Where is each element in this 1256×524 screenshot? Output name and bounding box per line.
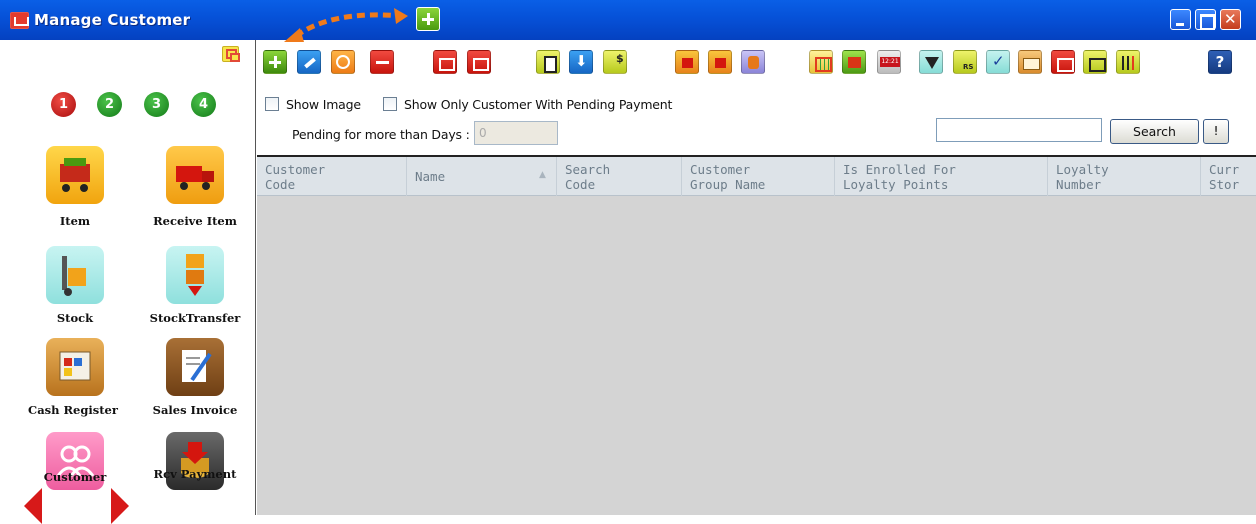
message-button[interactable] [1083, 50, 1107, 74]
sidebar-item-stock[interactable] [46, 246, 104, 304]
gift-button[interactable] [708, 50, 732, 74]
sort-ascending-icon: ▲ [539, 170, 546, 180]
show-image-checkbox[interactable] [265, 97, 279, 111]
search-input[interactable] [936, 118, 1102, 142]
sidebar-item-label: Cash Register [28, 403, 118, 417]
new-document-button[interactable] [536, 50, 560, 74]
pending-days-label: Pending for more than Days : [292, 127, 470, 142]
column-header-name[interactable]: Name [407, 157, 557, 196]
sidebar-item-label: Receive Item [153, 214, 237, 228]
delete-button[interactable] [370, 50, 394, 74]
sidebar-item-stocktransfer[interactable] [166, 246, 224, 304]
title-bar: Manage Customer [0, 0, 1256, 40]
cart-icon [10, 12, 29, 29]
floating-add-icon [416, 7, 440, 31]
page-1-button[interactable]: 1 [51, 92, 76, 117]
show-image-label: Show Image [286, 97, 361, 112]
import-button[interactable] [569, 50, 593, 74]
transfer-boxes-icon [186, 254, 204, 296]
shopping-cart-icon [60, 158, 90, 192]
invoice-pen-icon [182, 350, 212, 382]
column-header-search-code[interactable]: Search Code [557, 157, 682, 196]
sidebar-item-label: Customer [43, 470, 107, 484]
close-button[interactable] [1220, 9, 1241, 30]
dotted-arrow-icon [284, 8, 408, 42]
column-header-current-store[interactable]: Curr Stor [1201, 157, 1256, 196]
window-title: Manage Customer [34, 11, 191, 29]
sidebar-item-item[interactable] [46, 146, 104, 204]
customer-grid[interactable]: Customer Code Name ▲ Search Code Custome… [257, 155, 1256, 515]
minimize-button[interactable] [1170, 9, 1191, 30]
checklist-button[interactable] [986, 50, 1010, 74]
column-header-loyalty-number[interactable]: Loyalty Number [1048, 157, 1201, 196]
grid-header: Customer Code Name ▲ Search Code Custome… [257, 157, 1256, 196]
columns-button[interactable] [809, 50, 833, 74]
next-arrow-icon[interactable] [111, 488, 129, 524]
loyalty-button[interactable] [675, 50, 699, 74]
edit-button[interactable] [297, 50, 321, 74]
sidebar-item-label: StockTransfer [149, 311, 241, 325]
layout-button[interactable] [842, 50, 866, 74]
page-3-button[interactable]: 3 [144, 92, 169, 117]
report-button[interactable] [1116, 50, 1140, 74]
add-button[interactable] [263, 50, 287, 74]
sidebar-item-label: Sales Invoice [152, 403, 238, 417]
hand-truck-icon [62, 256, 86, 296]
page-2-button[interactable]: 2 [97, 92, 122, 117]
rs-button[interactable] [953, 50, 977, 74]
sidebar-item-receive-item[interactable] [166, 146, 224, 204]
sidebar-item-label: Item [59, 214, 91, 228]
sms-button[interactable] [1051, 50, 1075, 74]
sidebar-item-sales-invoice[interactable] [166, 338, 224, 396]
sidebar-item-label: Rcv Payment [153, 467, 237, 481]
email-button[interactable] [1018, 50, 1042, 74]
column-header-customer-group[interactable]: Customer Group Name [682, 157, 835, 196]
help-button[interactable]: ? [1208, 50, 1232, 74]
truck-icon [176, 166, 214, 190]
sidebar-item-cash-register[interactable] [46, 338, 104, 396]
sidebar: 1 2 3 4 Item Receive Item Stock StockTra… [0, 40, 256, 524]
payment-box-icon [181, 442, 209, 478]
statement-button[interactable] [467, 50, 491, 74]
pending-days-input[interactable]: 0 [474, 121, 558, 145]
column-header-customer-code[interactable]: Customer Code [257, 157, 407, 196]
sidebar-item-rcv-payment[interactable] [166, 432, 224, 490]
customer-note-button[interactable] [741, 50, 765, 74]
search-button[interactable]: Search [1110, 119, 1199, 144]
date-button[interactable] [877, 50, 901, 74]
customer-payment-button[interactable] [603, 50, 627, 74]
filter-button[interactable] [919, 50, 943, 74]
view-button[interactable] [331, 50, 355, 74]
pending-payment-checkbox[interactable] [383, 97, 397, 111]
window-switch-icon[interactable] [222, 46, 240, 62]
maximize-button[interactable] [1195, 9, 1216, 30]
page-4-button[interactable]: 4 [191, 92, 216, 117]
column-header-loyalty-enrolled[interactable]: Is Enrolled For Loyalty Points [835, 157, 1048, 196]
card-button[interactable] [433, 50, 457, 74]
extra-search-button[interactable]: ! [1203, 119, 1229, 144]
pending-payment-label: Show Only Customer With Pending Payment [404, 97, 673, 112]
previous-arrow-icon[interactable] [24, 488, 42, 524]
cash-register-icon [59, 351, 91, 381]
sidebar-item-label: Stock [56, 311, 94, 325]
